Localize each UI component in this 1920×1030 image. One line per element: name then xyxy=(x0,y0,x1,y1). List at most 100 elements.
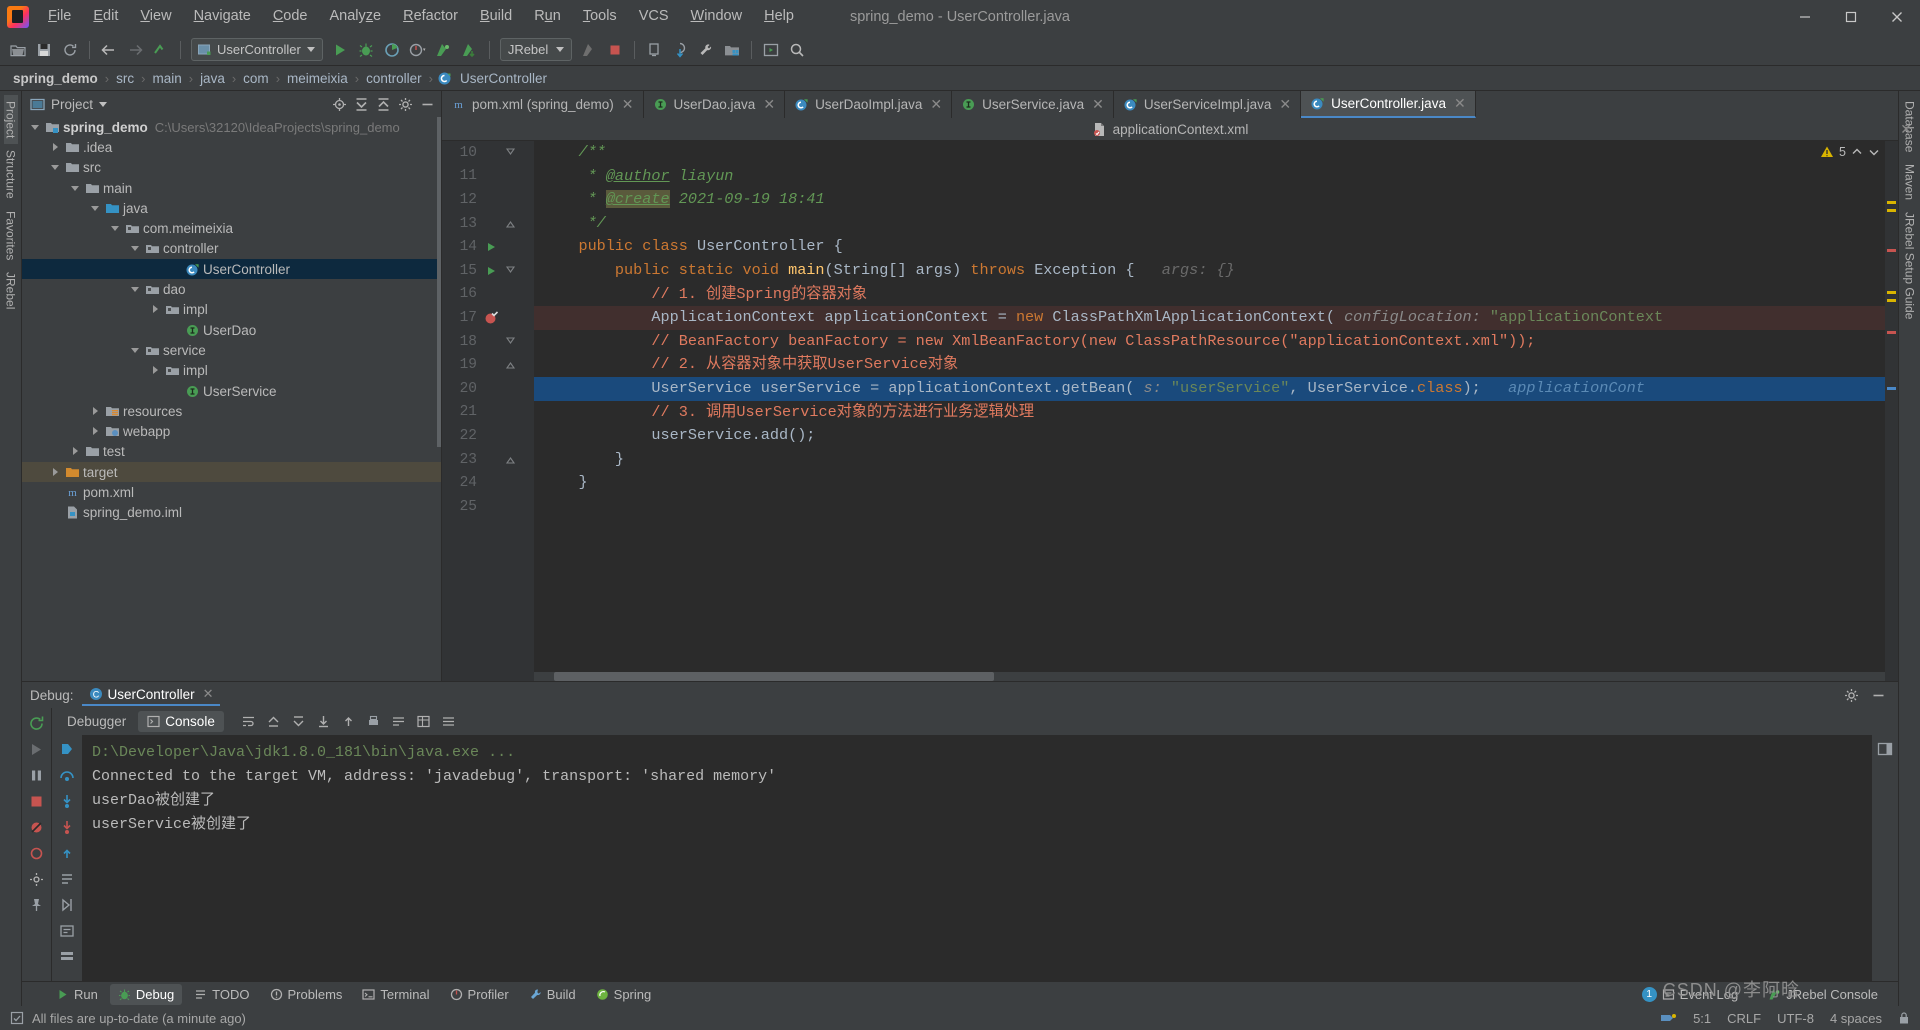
chevron-up-icon[interactable] xyxy=(1851,146,1863,158)
back-arrow-icon[interactable] xyxy=(97,38,121,62)
run-icon[interactable] xyxy=(328,38,352,62)
current-line-marker[interactable] xyxy=(1887,387,1896,390)
settings-gear-icon[interactable] xyxy=(398,97,413,112)
sidebar-item-project[interactable]: Project xyxy=(3,95,18,145)
tool-window-button-debug[interactable]: Debug xyxy=(109,983,183,1005)
code-line-23[interactable]: } xyxy=(534,448,1885,472)
pin-icon[interactable] xyxy=(28,897,45,914)
tree-node-userservice[interactable]: UserService xyxy=(22,381,441,401)
wrap-text-icon[interactable] xyxy=(391,714,406,729)
tree-node-impl[interactable]: impl xyxy=(22,300,441,320)
locate-icon[interactable] xyxy=(332,97,347,112)
warning-marker[interactable] xyxy=(1887,201,1896,204)
thread-icon[interactable] xyxy=(59,949,75,965)
code-line-17[interactable]: ApplicationContext applicationContext = … xyxy=(534,306,1885,330)
tree-node-main[interactable]: main xyxy=(22,178,441,198)
breadcrumb-item-com[interactable]: com xyxy=(240,71,272,86)
fold-end-icon[interactable] xyxy=(505,217,516,231)
tree-node-dao[interactable]: dao xyxy=(22,279,441,299)
gutter-line-20[interactable]: 20 xyxy=(442,377,534,401)
breadcrumb-item-main[interactable]: main xyxy=(149,71,184,86)
editor-tab-usercontroller-java[interactable]: UserController.java ✕ xyxy=(1301,91,1476,118)
fold-collapse-icon[interactable] xyxy=(505,146,516,160)
force-step-into-icon[interactable] xyxy=(59,819,75,835)
collapse-all-icon[interactable] xyxy=(376,97,391,112)
close-icon[interactable]: ✕ xyxy=(763,96,775,113)
menu-item-file[interactable]: File xyxy=(37,4,82,29)
tree-node-userdao[interactable]: UserDao xyxy=(22,320,441,340)
import-icon[interactable] xyxy=(341,714,356,729)
stop-icon[interactable] xyxy=(28,793,45,810)
settings-wrench-icon[interactable] xyxy=(694,38,718,62)
debug-session-tab[interactable]: C UserController ✕ xyxy=(81,684,221,706)
search-everywhere-icon[interactable] xyxy=(785,38,809,62)
debug-tab-console[interactable]: Console xyxy=(138,711,224,732)
tool-window-button-todo[interactable]: TODO xyxy=(186,984,257,1005)
code-line-14[interactable]: public class UserController { xyxy=(534,235,1885,259)
tree-node-com-meimeixia[interactable]: com.meimeixia xyxy=(22,218,441,238)
line-separator[interactable]: CRLF xyxy=(1727,1011,1761,1026)
gutter-line-12[interactable]: 12 xyxy=(442,188,534,212)
scroll-to-end-icon[interactable] xyxy=(291,714,306,729)
close-context-icon[interactable]: ✕ xyxy=(1900,121,1912,138)
breadcrumb-item-src[interactable]: src xyxy=(113,71,137,86)
fold-collapse-icon[interactable] xyxy=(505,264,516,278)
gutter-fold-marker[interactable] xyxy=(500,358,520,372)
chevron-down-icon[interactable] xyxy=(130,243,141,254)
minimize-button[interactable] xyxy=(1782,0,1828,34)
code-line-25[interactable] xyxy=(534,495,1885,519)
gutter-run-marker[interactable] xyxy=(482,241,500,253)
code-line-22[interactable]: userService.add(); xyxy=(534,424,1885,448)
maximize-button[interactable] xyxy=(1828,0,1874,34)
tree-node-spring-demo-iml[interactable]: spring_demo.iml xyxy=(22,503,441,523)
gutter-fold-marker[interactable] xyxy=(500,264,520,278)
gutter-fold-marker[interactable] xyxy=(500,453,520,467)
save-all-icon[interactable] xyxy=(32,38,56,62)
gutter-line-11[interactable]: 11 xyxy=(442,165,534,189)
step-out-icon[interactable] xyxy=(59,845,75,861)
chevron-down-icon[interactable] xyxy=(50,162,61,173)
settings-gear-icon[interactable] xyxy=(1844,688,1859,703)
vcs-update-icon[interactable] xyxy=(668,38,692,62)
sync-icon[interactable] xyxy=(58,38,82,62)
open-folder-icon[interactable] xyxy=(6,38,30,62)
chevron-down-icon[interactable] xyxy=(30,122,41,133)
gutter-line-18[interactable]: 18 xyxy=(442,330,534,354)
layout-icon[interactable] xyxy=(1877,741,1893,757)
code-line-15[interactable]: public static void main(String[] args) t… xyxy=(534,259,1885,283)
lock-icon[interactable] xyxy=(1898,1011,1910,1025)
gutter-line-19[interactable]: 19 xyxy=(442,353,534,377)
gutter-line-21[interactable]: 21 xyxy=(442,401,534,425)
menu-item-refactor[interactable]: Refactor xyxy=(392,4,469,29)
breadcrumb-item-usercontroller[interactable]: UserController xyxy=(457,71,550,86)
hide-panel-icon[interactable] xyxy=(1871,688,1886,703)
scrollbar-thumb[interactable] xyxy=(554,672,994,681)
forward-arrow-icon[interactable] xyxy=(123,38,147,62)
tree-node-impl[interactable]: impl xyxy=(22,361,441,381)
tree-node-controller[interactable]: controller xyxy=(22,239,441,259)
sidebar-item-jrebel[interactable]: JRebel xyxy=(4,266,18,315)
menu-item-analyze[interactable]: Analyze xyxy=(319,4,393,29)
editor-tab-userdaoimpl-java[interactable]: UserDaoImpl.java ✕ xyxy=(785,91,953,118)
caret-position[interactable]: 5:1 xyxy=(1693,1011,1711,1026)
project-tree-scrollbar[interactable] xyxy=(437,117,441,447)
soft-wrap-icon[interactable] xyxy=(241,714,256,729)
hide-panel-icon[interactable] xyxy=(420,97,435,112)
menu-item-window[interactable]: Window xyxy=(680,4,754,29)
code-line-12[interactable]: * @create 2021-09-19 18:41 xyxy=(534,188,1885,212)
tree-node-src[interactable]: src xyxy=(22,158,441,178)
gutter-line-25[interactable]: 25 xyxy=(442,495,534,519)
code-line-10[interactable]: /** xyxy=(534,141,1885,165)
tree-node-pom-xml[interactable]: m pom.xml xyxy=(22,482,441,502)
breadcrumb-item-spring-demo[interactable]: spring_demo xyxy=(10,71,101,86)
warning-marker[interactable] xyxy=(1887,291,1896,294)
code-line-13[interactable]: */ xyxy=(534,212,1885,236)
web-preview-icon[interactable] xyxy=(759,38,783,62)
tree-node-service[interactable]: service xyxy=(22,340,441,360)
code-editor[interactable]: 5 10 11 12 13 14 15 16 17 18 19 20 21 22 23 24 25 /** *… xyxy=(442,141,1898,681)
sidebar-item-jrebel-setup-guide[interactable]: JRebel Setup Guide xyxy=(1903,206,1917,325)
jrebel-debug-icon[interactable] xyxy=(458,38,482,62)
list-view-icon[interactable] xyxy=(441,714,456,729)
inspection-widget[interactable]: 5 xyxy=(1820,145,1880,159)
view-breakpoints-icon[interactable] xyxy=(28,845,45,862)
